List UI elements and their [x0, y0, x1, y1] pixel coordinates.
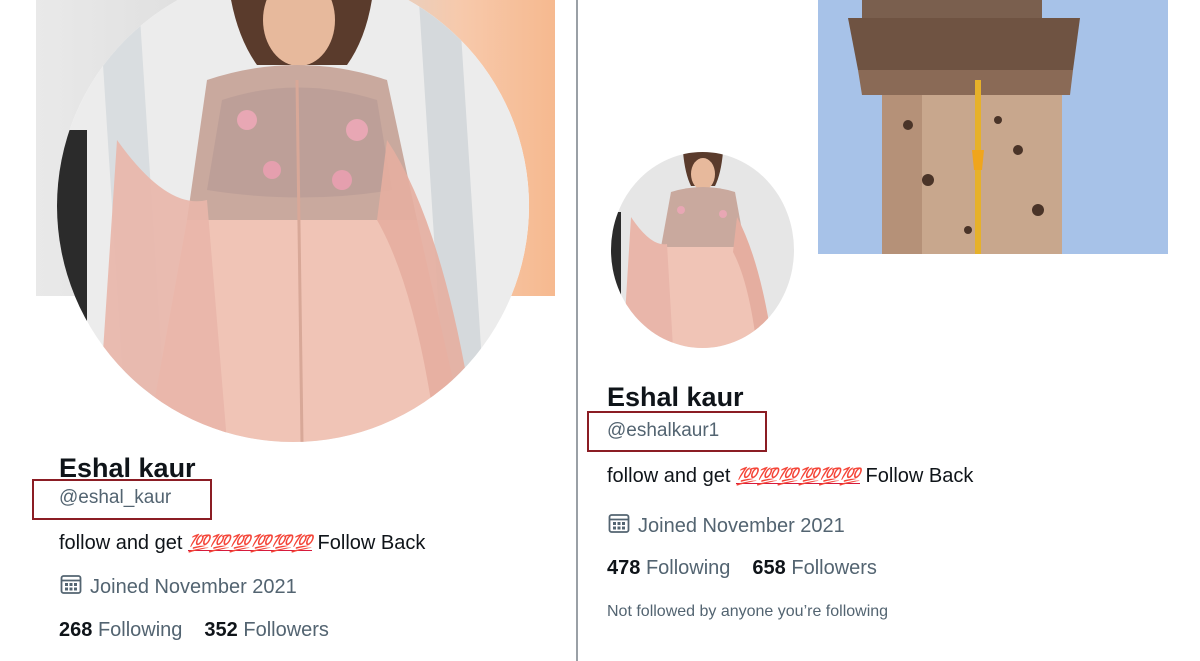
follow-stats: 478 Following 658 Followers: [607, 557, 877, 580]
banner-tower-photo: [818, 0, 1168, 254]
followers-count: 658: [752, 557, 786, 579]
left-profile-panel: Eshal kaur @eshal_kaur follow and get 💯💯…: [0, 0, 576, 661]
bio-text: follow and get: [607, 465, 736, 487]
followers-link[interactable]: 658 Followers: [752, 557, 877, 579]
right-profile-panel: Eshal kaur @eshalkaur1 follow and get 💯💯…: [578, 0, 1200, 661]
following-link[interactable]: 268 Following: [59, 619, 182, 641]
calendar-icon: [608, 512, 630, 540]
joined-date: Joined November 2021: [60, 573, 297, 601]
avatar-photo-dress: [611, 152, 794, 348]
profile-bio: follow and get 💯💯💯💯💯💯 Follow Back: [607, 465, 973, 488]
bio-text: follow and get: [59, 532, 188, 554]
following-label: Following: [97, 619, 183, 641]
bio-follow-back: Follow Back: [312, 532, 426, 554]
followers-link[interactable]: 352 Followers: [204, 619, 329, 641]
profile-handle: @eshal_kaur: [59, 487, 172, 508]
bio-follow-back: Follow Back: [860, 465, 974, 487]
joined-text: Joined November 2021: [90, 575, 297, 598]
follow-stats: 268 Following 352 Followers: [59, 619, 329, 642]
not-followed-notice: Not followed by anyone you’re following: [607, 603, 889, 620]
joined-text: Joined November 2021: [638, 514, 845, 537]
avatar-photo-dress: [57, 0, 529, 442]
followers-count: 352: [204, 619, 238, 641]
profile-handle: @eshalkaur1: [607, 420, 720, 441]
profile-bio: follow and get 💯💯💯💯💯💯 Follow Back: [59, 532, 425, 555]
following-label: Following: [645, 557, 731, 579]
bio-hundred-emojis: 💯💯💯💯💯💯: [735, 467, 861, 486]
profile-name: Eshal kaur: [607, 382, 744, 412]
followers-label: Followers: [791, 557, 877, 579]
profile-avatar[interactable]: [57, 0, 529, 442]
following-count: 478: [607, 557, 641, 579]
profile-avatar[interactable]: [611, 152, 794, 348]
joined-date: Joined November 2021: [608, 512, 845, 540]
followers-label: Followers: [243, 619, 329, 641]
bio-hundred-emojis: 💯💯💯💯💯💯: [187, 534, 313, 553]
profile-banner-image[interactable]: [818, 0, 1168, 254]
following-link[interactable]: 478 Following: [607, 557, 730, 579]
following-count: 268: [59, 619, 93, 641]
calendar-icon: [60, 573, 82, 601]
